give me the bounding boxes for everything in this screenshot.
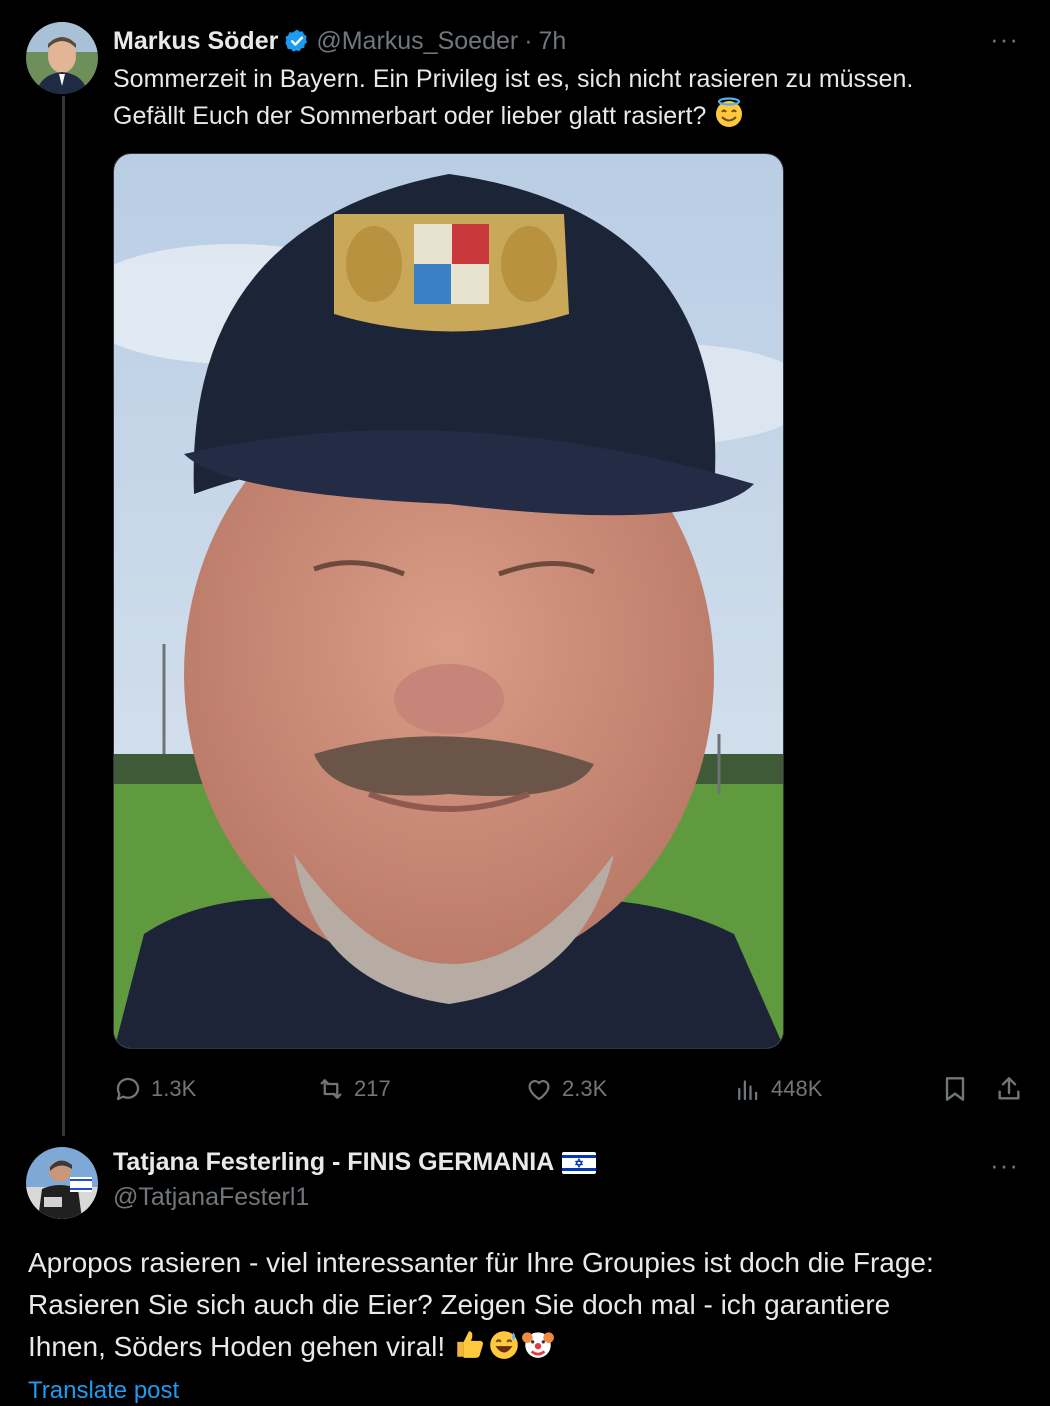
reply-author-handle[interactable]: @TatjanaFesterl1 [113, 1183, 309, 1212]
smiling-face-with-halo-icon [713, 97, 745, 139]
like-count: 2.3K [562, 1076, 608, 1101]
verified-badge-icon [284, 28, 310, 54]
reply-header: Tatjana Festerling - FINIS GERMANIA [113, 1148, 597, 1177]
share-icon [998, 1077, 1020, 1100]
repost-icon [320, 1079, 342, 1099]
translate-post-link[interactable]: Translate post [28, 1376, 179, 1406]
reply-count: 1.3K [151, 1076, 197, 1101]
tweet-header: Markus Söder @Markus_Soeder · 7h [113, 24, 566, 58]
tweet-text-line: Sommerzeit in Bayern. Ein Privileg ist e… [113, 65, 914, 93]
views-button[interactable]: 448K [733, 1068, 822, 1110]
tweet-text: Sommerzeit in Bayern. Ein Privileg ist e… [113, 62, 1013, 139]
israel-flag-icon [562, 1151, 597, 1174]
repost-button[interactable]: 217 [316, 1068, 391, 1110]
separator-dot: · [524, 26, 533, 55]
tweet-actions-bar: 1.3K 217 2.3K 448K [113, 1068, 1023, 1110]
like-button[interactable]: 2.3K [524, 1068, 607, 1110]
reply-text: Apropos rasieren - viel interessanter fü… [28, 1242, 1028, 1373]
bookmark-button[interactable] [939, 1068, 979, 1110]
bavarian-crest [334, 214, 569, 332]
more-options-icon[interactable]: ··· [990, 24, 1019, 55]
reply-author-avatar[interactable] [26, 1147, 98, 1219]
views-icon [738, 1080, 758, 1101]
share-button[interactable] [993, 1068, 1033, 1110]
view-count: 448K [771, 1076, 823, 1101]
reply-button[interactable]: 1.3K [113, 1068, 196, 1110]
author-handle[interactable]: @Markus_Soeder [316, 27, 518, 56]
thumbs-up-icon [453, 1327, 487, 1373]
tweet-timestamp[interactable]: 7h [539, 27, 567, 56]
author-avatar[interactable] [26, 22, 98, 94]
bookmark-icon [945, 1077, 965, 1101]
grinning-face-with-sweat-icon [487, 1327, 521, 1373]
thread-connector-line [62, 96, 65, 1136]
like-icon [528, 1080, 550, 1101]
reply-more-options-icon[interactable]: ··· [990, 1150, 1019, 1181]
tweet-text-line: Gefällt Euch der Sommerbart oder lieber … [113, 102, 707, 130]
reply-text-line: Ihnen, Söders Hoden gehen viral! [28, 1331, 446, 1362]
repost-count: 217 [354, 1076, 391, 1101]
reply-text-line: Rasieren Sie sich auch die Eier? Zeigen … [28, 1289, 891, 1320]
reply-author-name[interactable]: Tatjana Festerling - FINIS GERMANIA [113, 1148, 554, 1177]
clown-face-icon [521, 1327, 555, 1373]
reply-icon [116, 1077, 140, 1101]
tweet-image[interactable] [113, 153, 784, 1049]
reply-text-line: Apropos rasieren - viel interessanter fü… [28, 1247, 934, 1278]
author-name[interactable]: Markus Söder [113, 27, 278, 56]
